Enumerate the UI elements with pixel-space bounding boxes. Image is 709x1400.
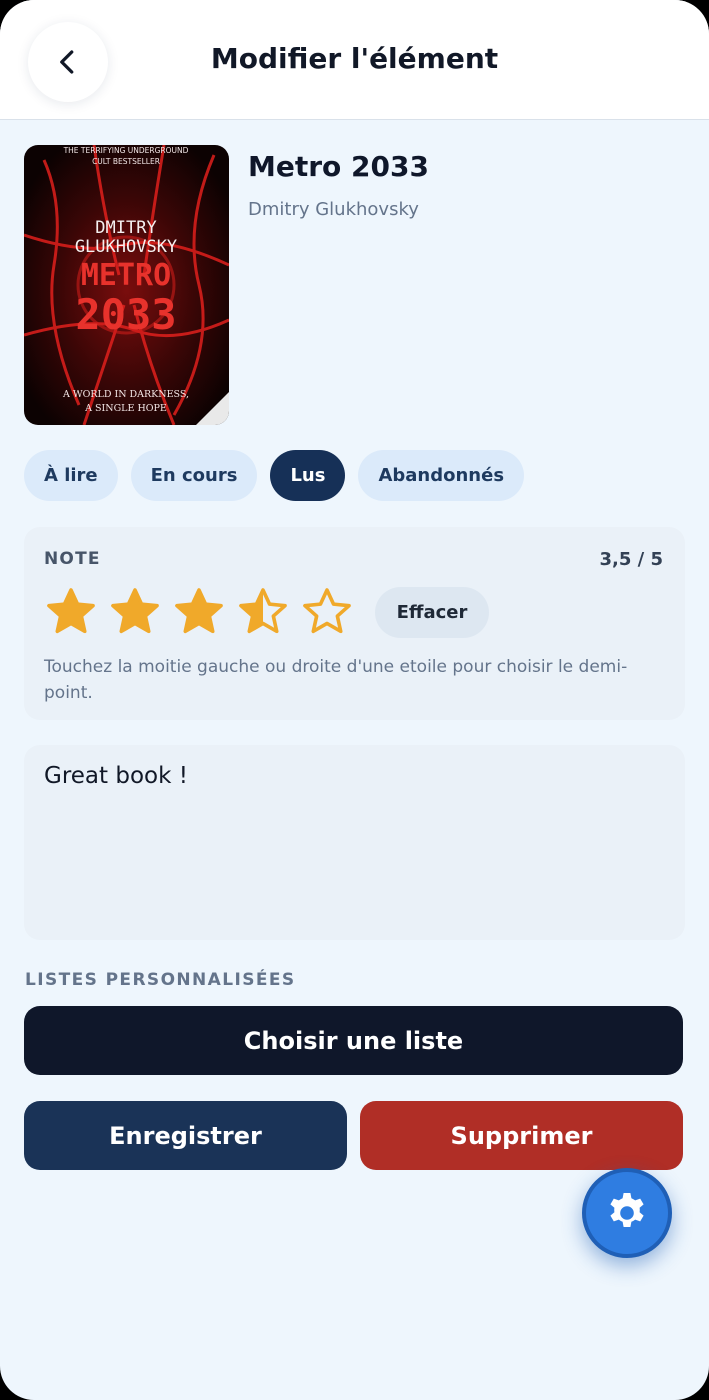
cover-author-2: GLUKHOVSKY	[75, 237, 177, 257]
cover-tagline-top-2: CULT BESTSELLER	[92, 157, 160, 166]
status-pill-lus[interactable]: Lus	[270, 450, 346, 501]
choose-list-button[interactable]: Choisir une liste	[24, 1006, 683, 1075]
gear-icon	[610, 1193, 644, 1227]
star-icon-5[interactable]	[300, 585, 354, 639]
book-author: Dmitry Glukhovsky	[248, 199, 419, 220]
cover-tagline-top-1: THE TERRIFYING UNDERGROUND	[63, 146, 189, 155]
book-title: Metro 2033	[248, 150, 429, 183]
custom-lists-label: LISTES PERSONNALISÉES	[25, 970, 296, 990]
star-rating	[44, 585, 354, 639]
notes-textarea[interactable]: Great book !	[24, 745, 685, 940]
rating-value: 3,5 / 5	[599, 549, 663, 570]
save-button[interactable]: Enregistrer	[24, 1101, 347, 1170]
cover-title-1: METRO	[81, 258, 171, 293]
cover-tagline-bottom-2: A SINGLE HOPE	[84, 403, 167, 414]
rating-label: NOTE	[44, 549, 101, 569]
cover-author-1: DMITRY	[95, 218, 156, 238]
star-icon-2[interactable]	[108, 585, 162, 639]
star-icon-3[interactable]	[172, 585, 226, 639]
page-title: Modifier l'élément	[210, 42, 499, 75]
book-cover: THE TERRIFYING UNDERGROUND CULT BESTSELL…	[24, 145, 229, 425]
delete-button[interactable]: Supprimer	[360, 1101, 683, 1170]
rating-card: NOTE 3,5 / 5 Effacer Touchez la moitie g…	[24, 527, 685, 720]
settings-fab[interactable]	[582, 1168, 672, 1258]
star-icon-1[interactable]	[44, 585, 98, 639]
clear-rating-button[interactable]: Effacer	[375, 587, 489, 638]
status-selector: À lire En cours Lus Abandonnés	[24, 450, 525, 501]
edit-item-screen: Modifier l'élément THE TERRIFYING UNDERG…	[0, 0, 709, 1400]
rating-hint: Touchez la moitie gauche ou droite d'une…	[44, 657, 628, 703]
status-pill-a-lire[interactable]: À lire	[24, 450, 118, 501]
star-icon-4[interactable]	[236, 585, 290, 639]
cover-title-2: 2033	[75, 290, 176, 339]
status-pill-abandonnes[interactable]: Abandonnés	[358, 450, 525, 501]
header: Modifier l'élément	[0, 0, 709, 120]
cover-tagline-bottom-1: A WORLD IN DARKNESS,	[62, 389, 189, 400]
status-pill-en-cours[interactable]: En cours	[130, 450, 258, 501]
